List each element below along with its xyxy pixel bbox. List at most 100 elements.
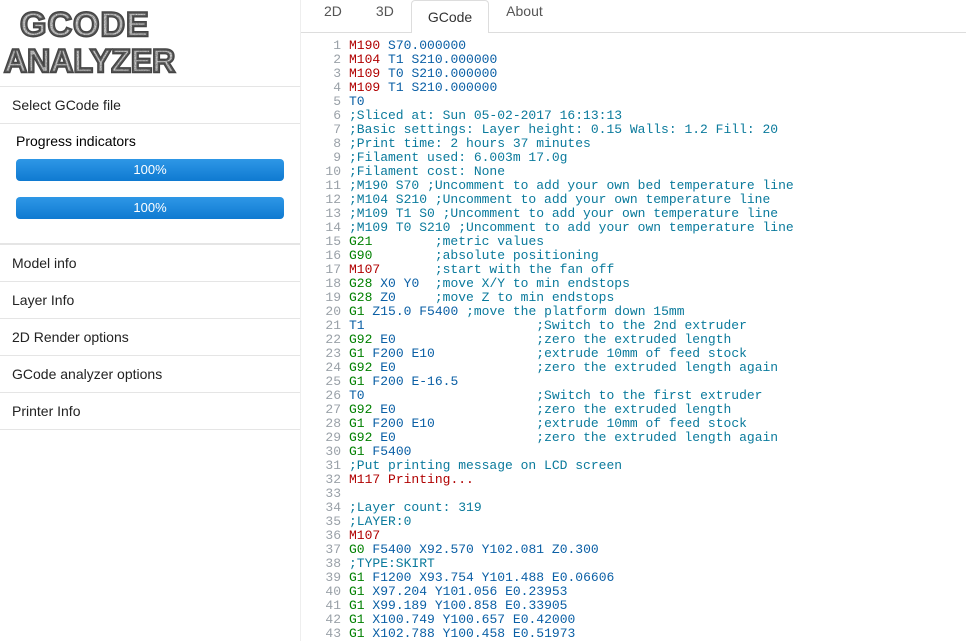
code-line: 41G1 X99.189 Y100.858 E0.33905 (301, 599, 966, 613)
code-text: M107 ;start with the fan off (349, 263, 614, 277)
code-text: G1 F5400 (349, 445, 411, 459)
line-number: 42 (301, 613, 349, 627)
tab-about[interactable]: About (489, 0, 560, 29)
main-area: 2D3DGCodeAbout 1M190 S70.0000002M104 T1 … (300, 0, 966, 641)
code-line: 31;Put printing message on LCD screen (301, 459, 966, 473)
line-number: 32 (301, 473, 349, 487)
code-text: ;M190 S70 ;Uncomment to add your own bed… (349, 179, 794, 193)
code-text: M107 (349, 529, 380, 543)
code-text: ;LAYER:0 (349, 515, 411, 529)
code-line: 14;M109 T0 S210 ;Uncomment to add your o… (301, 221, 966, 235)
code-text: G1 F200 E10 ;extrude 10mm of feed stock (349, 417, 747, 431)
code-text: M104 T1 S210.000000 (349, 53, 497, 67)
sidebar-item-layer-info[interactable]: Layer Info (0, 281, 300, 319)
sidebar-item-2d-render-options[interactable]: 2D Render options (0, 318, 300, 356)
code-text: ;Put printing message on LCD screen (349, 459, 622, 473)
code-line: 29G92 E0 ;zero the extruded length again (301, 431, 966, 445)
logo-svg: GCODE ANALYZER GCODE ANALYZER (2, 2, 282, 80)
code-line: 28G1 F200 E10 ;extrude 10mm of feed stoc… (301, 417, 966, 431)
code-line: 43G1 X102.788 Y100.458 E0.51973 (301, 627, 966, 641)
code-line: 21T1 ;Switch to the 2nd extruder (301, 319, 966, 333)
line-number: 1 (301, 39, 349, 53)
app-logo: GCODE ANALYZER GCODE ANALYZER (0, 0, 300, 86)
line-number: 26 (301, 389, 349, 403)
progress-bar-2: 100% (16, 197, 284, 219)
line-number: 7 (301, 123, 349, 137)
code-text: G92 E0 ;zero the extruded length (349, 403, 731, 417)
line-number: 15 (301, 235, 349, 249)
line-number: 25 (301, 375, 349, 389)
tab-gcode[interactable]: GCode (411, 0, 489, 33)
code-line: 18G28 X0 Y0 ;move X/Y to min endstops (301, 277, 966, 291)
line-number: 28 (301, 417, 349, 431)
line-number: 8 (301, 137, 349, 151)
line-number: 36 (301, 529, 349, 543)
line-number: 4 (301, 81, 349, 95)
code-line: 13;M109 T1 S0 ;Uncomment to add your own… (301, 207, 966, 221)
line-number: 12 (301, 193, 349, 207)
line-number: 31 (301, 459, 349, 473)
code-line: 19G28 Z0 ;move Z to min endstops (301, 291, 966, 305)
line-number: 16 (301, 249, 349, 263)
line-number: 21 (301, 319, 349, 333)
line-number: 10 (301, 165, 349, 179)
code-text: ;M104 S210 ;Uncomment to add your own te… (349, 193, 770, 207)
line-number: 3 (301, 67, 349, 81)
code-text: M109 T0 S210.000000 (349, 67, 497, 81)
code-text: T0 ;Switch to the first extruder (349, 389, 763, 403)
code-text: G0 F5400 X92.570 Y102.081 Z0.300 (349, 543, 599, 557)
progress-header: Progress indicators (16, 131, 284, 159)
code-text: G92 E0 ;zero the extruded length again (349, 431, 778, 445)
code-line: 7;Basic settings: Layer height: 0.15 Wal… (301, 123, 966, 137)
tab-3d[interactable]: 3D (359, 0, 411, 29)
line-number: 14 (301, 221, 349, 235)
line-number: 37 (301, 543, 349, 557)
code-line: 22G92 E0 ;zero the extruded length (301, 333, 966, 347)
code-line: 3M109 T0 S210.000000 (301, 67, 966, 81)
line-number: 41 (301, 599, 349, 613)
code-text: M190 S70.000000 (349, 39, 466, 53)
code-text: G1 Z15.0 F5400 ;move the platform down 1… (349, 305, 685, 319)
line-number: 29 (301, 431, 349, 445)
code-line: 40G1 X97.204 Y101.056 E0.23953 (301, 585, 966, 599)
code-text: ;Layer count: 319 (349, 501, 482, 515)
code-text: ;Print time: 2 hours 37 minutes (349, 137, 591, 151)
code-text: ;Basic settings: Layer height: 0.15 Wall… (349, 123, 778, 137)
code-text: ;Filament used: 6.003m 17.0g (349, 151, 567, 165)
select-file-button[interactable]: Select GCode file (0, 86, 300, 124)
code-line: 26T0 ;Switch to the first extruder (301, 389, 966, 403)
code-line: 11;M190 S70 ;Uncomment to add your own b… (301, 179, 966, 193)
line-number: 23 (301, 347, 349, 361)
gcode-viewer[interactable]: 1M190 S70.0000002M104 T1 S210.0000003M10… (301, 33, 966, 641)
code-line: 8;Print time: 2 hours 37 minutes (301, 137, 966, 151)
code-text: ;M109 T1 S0 ;Uncomment to add your own t… (349, 207, 778, 221)
line-number: 11 (301, 179, 349, 193)
code-line: 4M109 T1 S210.000000 (301, 81, 966, 95)
line-number: 34 (301, 501, 349, 515)
tab-bar: 2D3DGCodeAbout (301, 0, 966, 33)
progress-section: Progress indicators 100% 100% (0, 123, 300, 244)
sidebar-item-model-info[interactable]: Model info (0, 244, 300, 282)
code-line: 24G92 E0 ;zero the extruded length again (301, 361, 966, 375)
code-text: G1 X102.788 Y100.458 E0.51973 (349, 627, 575, 641)
code-text: ;Sliced at: Sun 05-02-2017 16:13:13 (349, 109, 622, 123)
code-text: G1 F200 E10 ;extrude 10mm of feed stock (349, 347, 747, 361)
line-number: 17 (301, 263, 349, 277)
code-line: 9;Filament used: 6.003m 17.0g (301, 151, 966, 165)
code-line: 5T0 (301, 95, 966, 109)
code-text: G21 ;metric values (349, 235, 544, 249)
sidebar-item-gcode-analyzer-options[interactable]: GCode analyzer options (0, 355, 300, 393)
sidebar-item-printer-info[interactable]: Printer Info (0, 392, 300, 430)
code-text: G1 X99.189 Y100.858 E0.33905 (349, 599, 568, 613)
tab-2d[interactable]: 2D (307, 0, 359, 29)
code-line: 36M107 (301, 529, 966, 543)
line-number: 5 (301, 95, 349, 109)
code-text: ;TYPE:SKIRT (349, 557, 435, 571)
line-number: 6 (301, 109, 349, 123)
code-line: 30G1 F5400 (301, 445, 966, 459)
code-text: M109 T1 S210.000000 (349, 81, 497, 95)
line-number: 35 (301, 515, 349, 529)
code-text: G28 Z0 ;move Z to min endstops (349, 291, 614, 305)
line-number: 40 (301, 585, 349, 599)
code-line: 38;TYPE:SKIRT (301, 557, 966, 571)
